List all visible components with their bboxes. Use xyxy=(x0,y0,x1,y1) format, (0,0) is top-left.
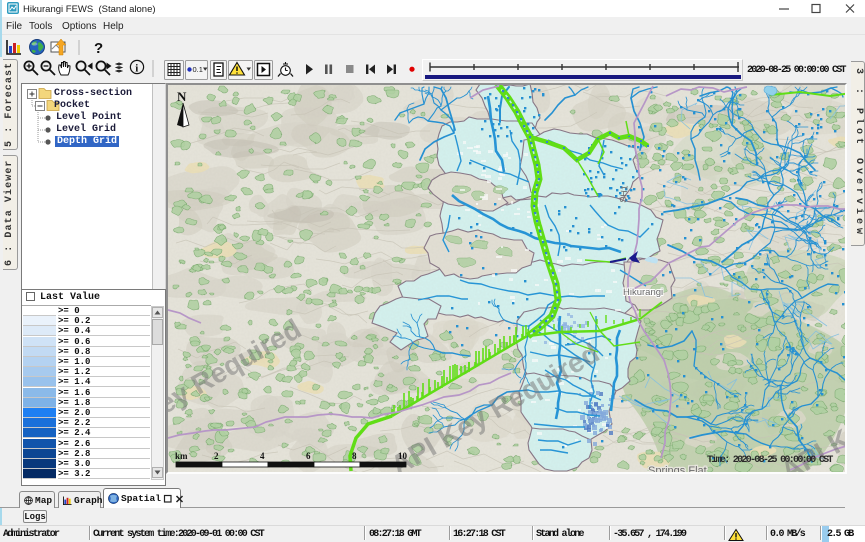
svg-text:i: i xyxy=(135,63,138,75)
svg-text:Springs Flat: Springs Flat xyxy=(648,465,707,472)
svg-text:2: 2 xyxy=(214,451,219,461)
svg-text:?: ? xyxy=(94,40,103,56)
svg-text:4: 4 xyxy=(260,451,265,461)
svg-text:10: 10 xyxy=(398,451,408,461)
svg-text:km: km xyxy=(175,451,188,461)
svg-text:Time: 2020-08-25 00:00:00 CST: Time: 2020-08-25 00:00:00 CST xyxy=(707,454,833,466)
svg-text:SH1: SH1 xyxy=(618,185,629,203)
svg-text:Hikurangi: Hikurangi xyxy=(623,287,663,298)
svg-text:6: 6 xyxy=(306,451,311,461)
svg-text:0.1: 0.1 xyxy=(193,65,203,74)
svg-text:8: 8 xyxy=(352,451,357,461)
svg-text:N: N xyxy=(177,89,187,104)
